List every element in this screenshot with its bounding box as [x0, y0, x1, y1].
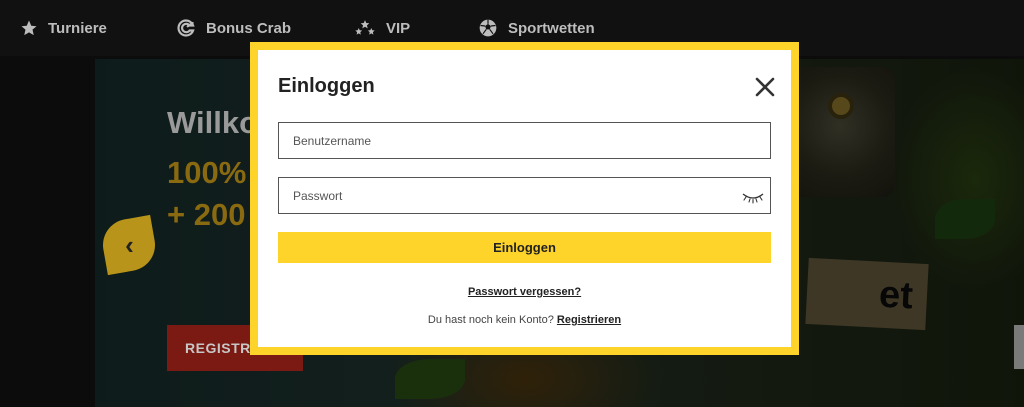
nav-item-bonus-crab[interactable]: Bonus Crab [176, 16, 291, 40]
close-icon[interactable] [752, 74, 778, 100]
nav-label-turniere: Turniere [48, 19, 107, 37]
register-link[interactable]: Registrieren [557, 314, 621, 326]
username-input[interactable] [278, 122, 771, 159]
nav-item-sportwetten[interactable]: Sportwetten [478, 16, 595, 40]
forgot-password-row: Passwort vergessen? [258, 286, 791, 298]
star-icon [21, 20, 37, 36]
chevron-left-icon: ‹ [124, 229, 134, 260]
eye-closed-icon[interactable] [742, 190, 764, 204]
hero-bonus-line-2: + 200 [167, 197, 246, 232]
nav-label-bonus-crab: Bonus Crab [206, 19, 292, 37]
hero-bonus-line-1: 100% [167, 155, 247, 190]
hero-title: Willko [167, 105, 259, 140]
signup-prompt: Du hast noch kein Konto? [427, 314, 557, 326]
crab-claw-icon [177, 19, 195, 37]
soccer-ball-icon [479, 19, 497, 37]
nav-item-turniere[interactable]: Turniere [20, 16, 107, 40]
nav-label-vip: VIP [386, 19, 411, 37]
password-input[interactable] [278, 177, 771, 214]
login-modal: Einloggen Einloggen Passwort vergessen? … [250, 42, 799, 355]
modal-title: Einloggen [278, 75, 375, 97]
stars-icon [355, 20, 375, 35]
nav-item-vip[interactable]: VIP [354, 16, 410, 40]
login-submit-button[interactable]: Einloggen [278, 232, 771, 263]
signup-row: Du hast noch kein Konto? Registrieren [258, 314, 791, 326]
hero-next-tab[interactable] [1014, 325, 1024, 369]
forgot-password-link[interactable]: Passwort vergessen? [468, 286, 581, 298]
nav-label-sportwetten: Sportwetten [508, 19, 595, 37]
